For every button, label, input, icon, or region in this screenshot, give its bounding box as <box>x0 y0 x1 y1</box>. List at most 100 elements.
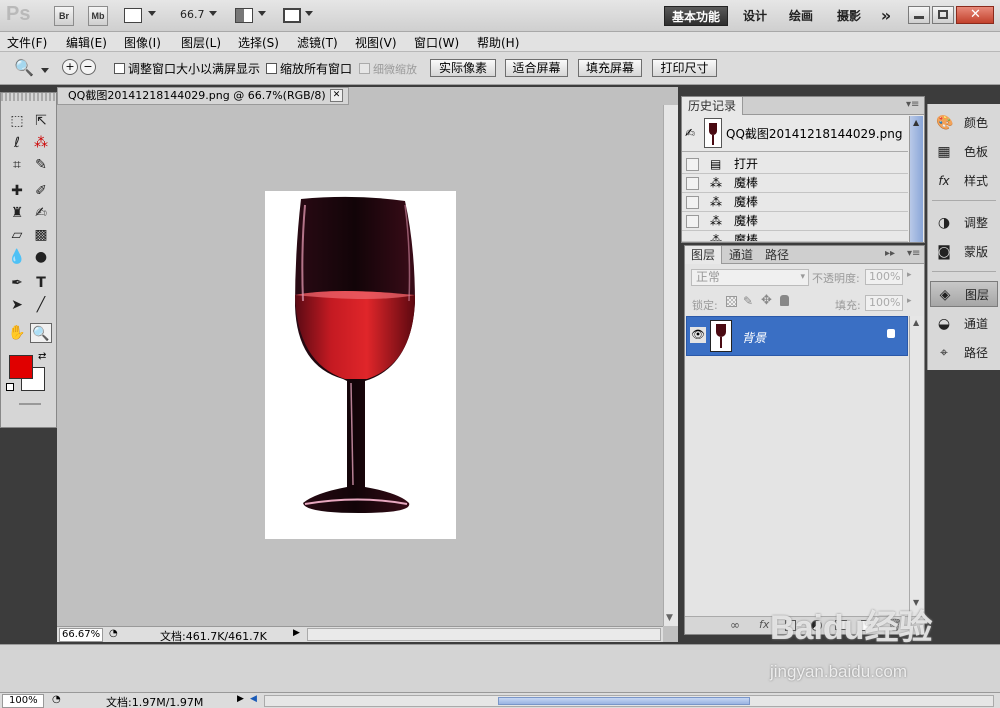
history-state[interactable]: ▤ 打开 <box>682 155 908 174</box>
zoom-out-icon[interactable]: − <box>80 59 96 75</box>
layers-scrollbar[interactable]: ▲ ▼ <box>909 316 923 612</box>
zoom-tool-icon[interactable]: 🔍 <box>30 323 52 343</box>
zoom-tool-preset-icon[interactable]: 🔍 <box>14 58 34 77</box>
status-menu-icon[interactable]: ◔ <box>109 628 118 639</box>
panel-menu-icon[interactable]: ▾≡ <box>906 99 919 110</box>
menu-filter[interactable]: 滤镜(T) <box>297 34 338 51</box>
status-arrow-icon[interactable]: ▶ <box>237 694 244 704</box>
layer-name[interactable]: 背景 <box>742 329 766 346</box>
chevron-down-icon[interactable] <box>41 68 49 73</box>
history-checkbox[interactable] <box>686 158 699 171</box>
workspace-painting[interactable]: 绘画 <box>782 6 820 26</box>
dock-adjustments[interactable]: ◑ 调整 <box>930 210 998 236</box>
document-zoom-field[interactable]: 66.67% <box>59 628 103 642</box>
scroll-down-icon[interactable]: ▼ <box>666 613 673 623</box>
history-snapshot-row[interactable]: ✍ QQ截图20141218144029.png <box>682 116 908 152</box>
dock-paths[interactable]: ⌖ 路径 <box>930 340 998 366</box>
healing-brush-tool-icon[interactable]: ✚ <box>6 181 28 201</box>
dock-swatches[interactable]: ▦ 色板 <box>930 139 998 165</box>
history-checkbox[interactable] <box>686 215 699 228</box>
menu-file[interactable]: 文件(F) <box>7 34 47 51</box>
blend-mode-select[interactable]: 正常 ▾ <box>691 269 809 286</box>
dock-color[interactable]: 🎨 颜色 <box>930 110 998 136</box>
resize-windows-checkbox[interactable] <box>114 63 125 74</box>
dock-styles[interactable]: fx 样式 <box>930 168 998 194</box>
layer-style-icon[interactable]: fx <box>759 618 769 631</box>
history-brush-source-icon[interactable]: ✍ <box>685 126 695 140</box>
chevron-down-icon[interactable] <box>148 11 156 16</box>
panel-grip[interactable] <box>1 93 56 101</box>
dodge-tool-icon[interactable]: ● <box>30 247 52 267</box>
hand-tool-icon[interactable]: ✋ <box>6 323 28 343</box>
tab-history[interactable]: 历史记录 <box>682 97 744 115</box>
pen-tool-icon[interactable]: ✒ <box>6 273 28 293</box>
status-arrow-icon[interactable]: ▶ <box>293 628 300 638</box>
eye-visibility-icon[interactable]: 👁 <box>690 327 706 343</box>
menu-view[interactable]: 视图(V) <box>355 34 397 51</box>
lock-position-icon[interactable]: ✥ <box>761 293 772 308</box>
workspace-photography[interactable]: 摄影 <box>830 6 868 26</box>
tab-layers[interactable]: 图层 <box>685 246 723 264</box>
view-extras-icon[interactable] <box>124 8 142 23</box>
opacity-field[interactable]: 100% <box>865 269 903 285</box>
lock-pixels-icon[interactable]: ✎ <box>743 294 753 308</box>
tab-channels[interactable]: 通道 <box>723 246 759 264</box>
menu-window[interactable]: 窗口(W) <box>414 34 459 51</box>
type-tool-icon[interactable]: T <box>30 273 52 293</box>
document-vertical-scrollbar[interactable]: ▼ <box>663 105 678 626</box>
history-state[interactable]: ⁂ 魔棒 <box>682 231 908 242</box>
bridge-button[interactable]: Br <box>54 6 74 26</box>
fit-screen-button[interactable]: 适合屏幕 <box>505 59 568 77</box>
history-scrollbar[interactable]: ▲ <box>909 116 923 242</box>
scroll-up-icon[interactable]: ▲ <box>913 318 919 327</box>
app-horizontal-scrollbar[interactable] <box>264 695 994 707</box>
menu-edit[interactable]: 编辑(E) <box>66 34 107 51</box>
document-horizontal-scrollbar[interactable] <box>307 628 661 641</box>
history-checkbox[interactable] <box>686 196 699 209</box>
menu-help[interactable]: 帮助(H) <box>477 34 519 51</box>
foreground-color-swatch[interactable] <box>9 355 33 379</box>
arrange-documents-icon[interactable] <box>235 8 253 23</box>
magic-wand-tool-icon[interactable]: ⁂ <box>30 133 52 153</box>
swap-colors-icon[interactable]: ⇄ <box>38 351 46 362</box>
scrollbar-thumb[interactable] <box>498 697 750 705</box>
zoom-in-icon[interactable]: + <box>62 59 78 75</box>
blur-tool-icon[interactable]: 💧 <box>6 247 28 267</box>
default-colors-icon[interactable] <box>6 383 14 391</box>
panel-menu-icon[interactable]: ▾≡ <box>907 248 920 259</box>
actual-pixels-button[interactable]: 实际像素 <box>430 59 496 77</box>
dock-masks[interactable]: ◙ 蒙版 <box>930 239 998 265</box>
document-canvas[interactable] <box>265 191 456 539</box>
workspace-essentials[interactable]: 基本功能 <box>664 6 728 26</box>
menu-layer[interactable]: 图层(L) <box>181 34 221 51</box>
tab-paths[interactable]: 路径 <box>759 246 795 264</box>
chevron-down-icon[interactable] <box>209 11 217 16</box>
menu-select[interactable]: 选择(S) <box>238 34 279 51</box>
history-state[interactable]: ⁂ 魔棒 <box>682 193 908 212</box>
brush-tool-icon[interactable]: ✐ <box>30 181 52 201</box>
fill-field[interactable]: 100% <box>865 295 903 311</box>
history-checkbox[interactable] <box>686 177 699 190</box>
workspace-design[interactable]: 设计 <box>736 6 774 26</box>
gradient-tool-icon[interactable]: ▩ <box>30 225 52 245</box>
close-button[interactable]: ✕ <box>956 6 994 24</box>
clone-stamp-tool-icon[interactable]: ♜ <box>6 203 28 223</box>
scroll-up-icon[interactable]: ▲ <box>913 118 919 127</box>
close-document-icon[interactable]: ✕ <box>330 89 343 102</box>
more-workspaces-button[interactable]: » <box>874 6 898 26</box>
minimize-button[interactable] <box>908 6 930 24</box>
history-state[interactable]: ⁂ 魔棒 <box>682 212 908 231</box>
eyedropper-tool-icon[interactable]: ✎ <box>30 155 52 175</box>
print-size-button[interactable]: 打印尺寸 <box>652 59 717 77</box>
lock-all-icon[interactable] <box>780 295 789 306</box>
opacity-slider-arrow-icon[interactable]: ▸ <box>907 270 912 280</box>
crop-tool-icon[interactable]: ⌗ <box>6 155 28 175</box>
lasso-tool-icon[interactable]: ℓ <box>6 133 28 153</box>
history-state[interactable]: ⁂ 魔棒 <box>682 174 908 193</box>
scroll-left-icon[interactable]: ◀ <box>250 694 262 707</box>
eraser-tool-icon[interactable]: ▱ <box>6 225 28 245</box>
zoom-level-display[interactable]: 66.7 <box>180 8 205 21</box>
lock-transparency-icon[interactable] <box>726 296 737 307</box>
status-menu-icon[interactable]: ◔ <box>52 694 61 705</box>
layer-row-background[interactable]: 👁 背景 <box>686 316 908 356</box>
